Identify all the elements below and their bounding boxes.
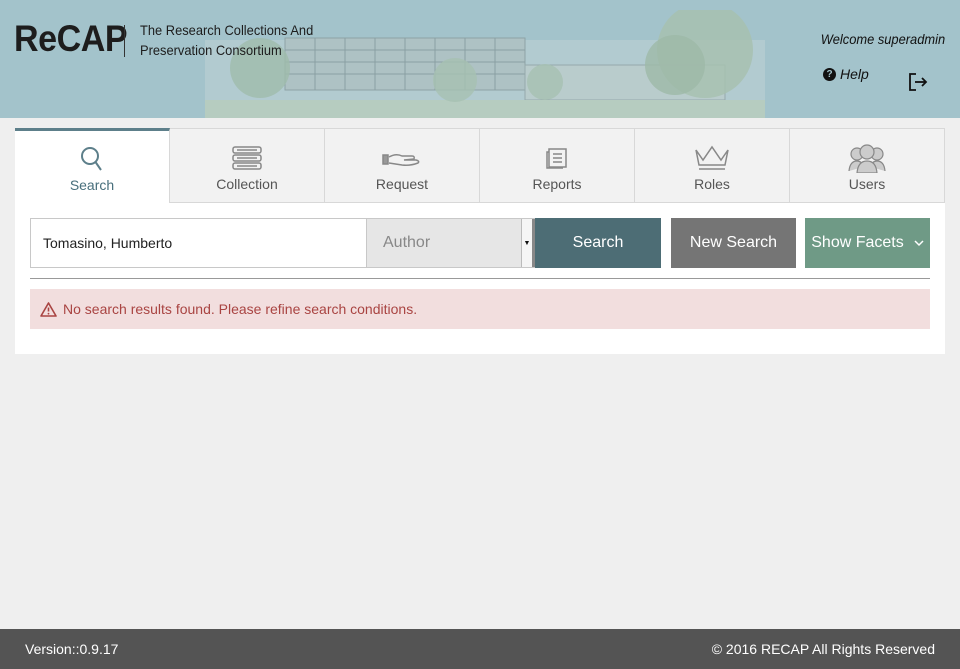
tab-roles[interactable]: Roles [635, 128, 790, 203]
tab-request[interactable]: Request [325, 128, 480, 203]
search-field-select[interactable]: Author ▼ [366, 218, 536, 268]
tab-reports[interactable]: Reports [480, 128, 635, 203]
tagline-line-2: Preservation Consortium [140, 42, 282, 58]
search-button[interactable]: Search [535, 218, 661, 268]
show-facets-button[interactable]: Show Facets [805, 218, 930, 268]
tab-label: Request [375, 176, 429, 192]
footer: Version::0.9.17 © 2016 RECAP All Rights … [0, 629, 960, 669]
warning-icon [40, 301, 57, 317]
no-results-alert: No search results found. Please refine s… [30, 289, 930, 329]
tab-label: Reports [532, 176, 582, 192]
search-icon [72, 145, 112, 175]
tab-search[interactable]: Search [15, 128, 170, 203]
tab-label: Collection [216, 176, 278, 192]
tab-collection[interactable]: Collection [170, 128, 325, 203]
new-search-button[interactable]: New Search [671, 218, 796, 268]
help-label: Help [840, 66, 869, 82]
copyright-label: © 2016 RECAP All Rights Reserved [711, 641, 935, 657]
divider [30, 278, 930, 279]
search-field-value: Author [383, 234, 431, 251]
tab-label: Search [69, 177, 115, 193]
question-circle-icon: ? [823, 67, 836, 81]
search-input[interactable] [30, 218, 366, 268]
nav-tabs: Search Collection Request Reports Roles … [15, 128, 945, 203]
help-link[interactable]: ? Help [823, 66, 869, 82]
tagline-line-1: The Research Collections And [140, 22, 314, 38]
tagline: The Research Collections And Preservatio… [140, 20, 315, 60]
welcome-message: Welcome superadmin [820, 31, 945, 47]
crown-icon [692, 143, 732, 173]
books-icon [227, 143, 267, 173]
document-icon [537, 143, 577, 173]
show-facets-label: Show Facets [811, 234, 904, 251]
recap-logo[interactable]: ReCAP [14, 18, 128, 60]
alert-message: No search results found. Please refine s… [63, 301, 418, 317]
hand-icon [382, 143, 422, 173]
users-icon [847, 143, 887, 173]
tab-users[interactable]: Users [790, 128, 945, 203]
version-label: Version::0.9.17 [25, 641, 119, 657]
logout-icon[interactable] [907, 71, 929, 93]
header: ReCAP The Research Collections And Prese… [0, 0, 960, 118]
tab-label: Users [848, 176, 886, 192]
logo-divider [124, 25, 125, 57]
caret-down-icon[interactable]: ▼ [521, 219, 535, 267]
chevron-down-icon [914, 239, 924, 246]
tab-label: Roles [694, 176, 730, 192]
main-panel: Search Collection Request Reports Roles … [15, 128, 945, 354]
